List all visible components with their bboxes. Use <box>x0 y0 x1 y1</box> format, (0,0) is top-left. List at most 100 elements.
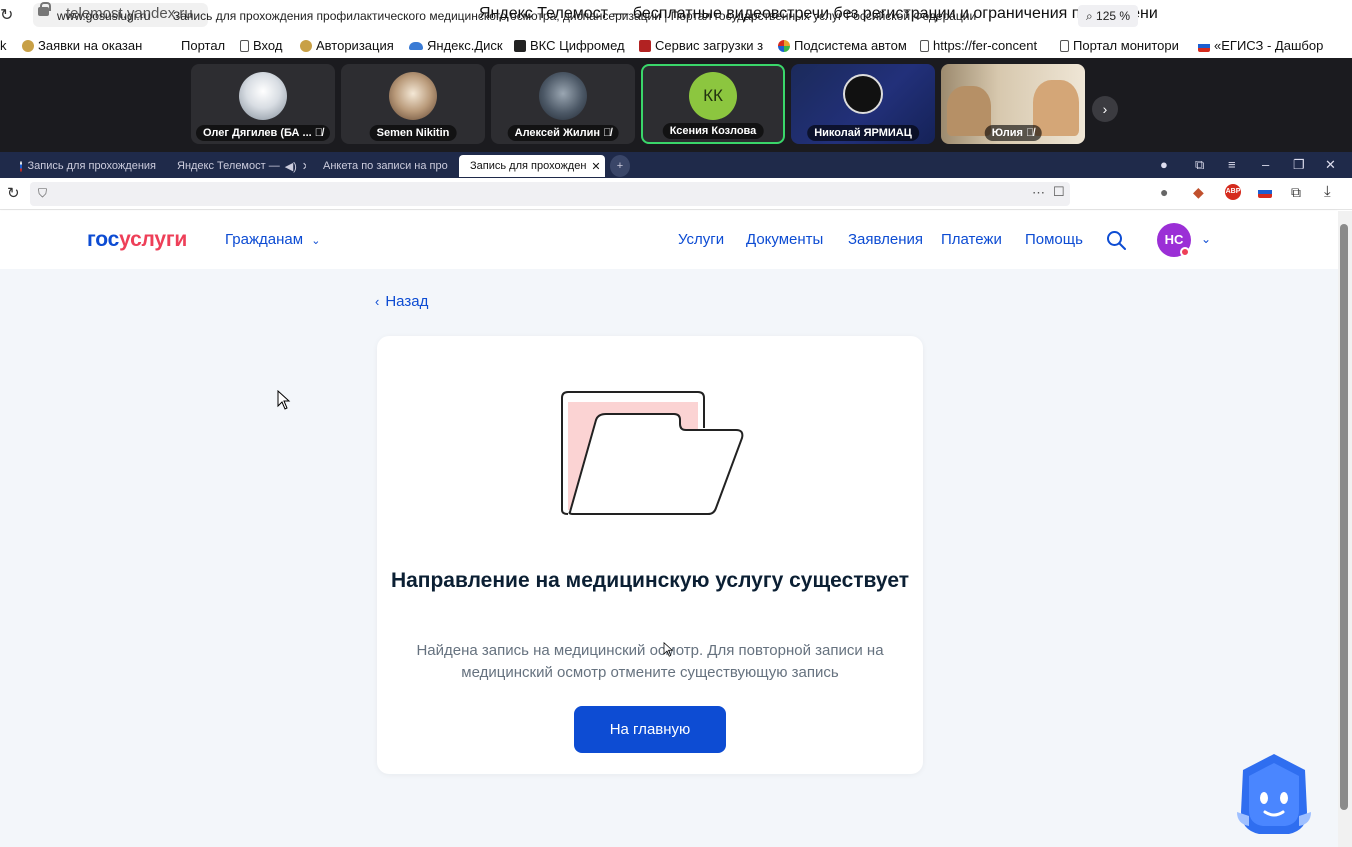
reload-icon[interactable]: ↻ <box>7 184 20 202</box>
go-home-button[interactable]: На главную <box>574 706 726 753</box>
tab-telemost[interactable]: Яндекс Телемост —◀)✕ <box>166 155 306 177</box>
participant-tile[interactable]: Юлия 🎙̸ <box>941 64 1085 144</box>
bookmark-item[interactable]: Портал <box>181 38 225 53</box>
nav-services[interactable]: Услуги <box>678 231 724 248</box>
service-icon <box>639 39 651 52</box>
tab-anketa[interactable]: Анкета по записи на про <box>312 155 452 177</box>
bookmark-item[interactable]: Сервис загрузки з <box>639 38 763 53</box>
address-field[interactable] <box>30 182 1070 206</box>
notification-dot <box>1180 247 1190 257</box>
pin-icon[interactable]: ● <box>1160 184 1168 200</box>
mic-muted-icon: 🎙̸ <box>314 127 324 139</box>
minimize-icon[interactable]: – <box>1262 157 1269 172</box>
emblem-icon <box>300 39 312 52</box>
nav-help[interactable]: Помощь <box>1025 231 1083 248</box>
participant-avatar <box>239 72 287 120</box>
participant-tile[interactable]: Олег Дягилев (БА ... 🎙̸ <box>191 64 335 144</box>
restore-icon[interactable]: ❐ <box>1293 157 1305 173</box>
new-tab-button[interactable]: + <box>610 155 630 177</box>
inner-tab-bar: Запись для прохождения Яндекс Телемост —… <box>0 152 1352 178</box>
close-tab-icon[interactable]: ✕ <box>302 160 306 173</box>
cloud-icon <box>409 41 423 50</box>
mouse-cursor-icon <box>663 642 674 657</box>
page-icon <box>240 39 249 52</box>
adblock-icon[interactable]: ABP <box>1225 184 1241 200</box>
lock-icon <box>38 2 51 16</box>
bookmark-item[interactable]: Портал монитори <box>1060 38 1179 53</box>
tab-zapis-active[interactable]: Запись для прохожден ✕ <box>459 155 605 177</box>
citizens-dropdown[interactable]: Гражданам ⌄ <box>225 231 320 248</box>
vks-icon <box>514 39 526 52</box>
next-participants-button[interactable]: › <box>1092 96 1118 122</box>
russia-flag-icon[interactable] <box>1258 186 1272 198</box>
participant-name: Semen Nikitin <box>376 127 450 139</box>
participant-avatar: КК <box>689 72 737 120</box>
mic-muted-icon: 🎙̸ <box>603 127 612 139</box>
chevron-left-icon: ‹ <box>375 294 380 309</box>
participant-tile[interactable]: Semen Nikitin <box>341 64 485 144</box>
result-description: Найдена запись на медицинский осмотр. Дл… <box>416 642 884 681</box>
chevron-down-icon[interactable]: ⌄ <box>1201 232 1211 246</box>
participant-video <box>947 86 991 136</box>
result-heading: Направление на медицинскую услугу сущест… <box>390 569 910 592</box>
empty-folder-illustration <box>561 391 744 515</box>
bookmark-item[interactable]: Вход <box>240 38 282 53</box>
nav-payments[interactable]: Платежи <box>941 231 1002 248</box>
close-tab-icon[interactable]: ✕ <box>591 160 600 173</box>
bookmark-item[interactable]: k <box>0 38 7 53</box>
site-header <box>0 211 1338 269</box>
participant-tile[interactable]: Алексей Жилин 🎙̸ <box>491 64 635 144</box>
bookmark-item[interactable]: Подсистема автом <box>778 38 907 53</box>
search-icon[interactable] <box>1106 230 1126 250</box>
participant-avatar <box>539 72 587 120</box>
reload-icon[interactable]: ↻ <box>0 5 13 25</box>
zoom-level[interactable]: ⌕ 125 % <box>1078 5 1138 27</box>
russia-flag-icon <box>20 160 23 172</box>
robot-assistant-icon[interactable] <box>1235 752 1313 836</box>
mouse-cursor-icon <box>277 390 291 410</box>
mic-muted-icon: 🎙̸ <box>1026 127 1035 139</box>
speaker-icon: ◀) <box>284 160 297 173</box>
bookmark-item[interactable]: Заявки на оказан <box>22 38 142 53</box>
participant-tile[interactable]: Николай ЯРМИАЦ <box>791 64 935 144</box>
menu-icon[interactable]: ≡ <box>1228 157 1236 172</box>
participant-tile-active[interactable]: КК Ксения Козлова <box>641 64 785 144</box>
bookmark-item[interactable]: Авторизация <box>300 38 394 53</box>
pinwheel-icon <box>778 39 790 52</box>
emblem-icon <box>22 39 34 52</box>
participant-name: Олег Дягилев (БА ... <box>202 127 312 139</box>
close-window-icon[interactable]: ✕ <box>1325 157 1336 173</box>
scrollbar-thumb[interactable] <box>1340 224 1348 810</box>
address-domain[interactable]: www.gosuslugi.ru <box>57 9 150 23</box>
page-icon <box>920 39 929 52</box>
participant-name: Николай ЯРМИАЦ <box>814 127 912 139</box>
zoom-icon: ⌕ <box>1085 9 1097 23</box>
participant-name: Юлия <box>991 127 1023 139</box>
participant-avatar <box>389 72 437 120</box>
shield-icon: ⛉ <box>38 186 48 200</box>
back-link[interactable]: ‹ Назад <box>375 293 428 310</box>
download-icon[interactable]: ⤓ <box>1324 183 1331 200</box>
extensions-icon[interactable]: ⧉ <box>1195 157 1204 173</box>
bookmark-icon[interactable]: ☐ <box>1053 184 1065 200</box>
extension-icon[interactable]: ◆ <box>1193 184 1204 201</box>
gosuslugi-logo[interactable]: госуслуги <box>87 228 187 252</box>
more-icon[interactable]: ⋯ <box>1032 185 1045 201</box>
profile-icon[interactable]: ● <box>1160 157 1168 172</box>
bookmark-item[interactable]: «ЕГИСЗ - Дашбор <box>1198 38 1323 53</box>
bookmark-item[interactable]: Яндекс.Диск <box>409 38 503 53</box>
chevron-down-icon: ⌄ <box>311 235 321 247</box>
bookmark-item[interactable]: https://fer-concent <box>920 38 1037 53</box>
russia-flag-icon <box>1198 39 1210 52</box>
inner-address-bar: ↻ ⛉ ⋯ ☐ ● ◆ ABP ⧉ ⤓ <box>0 178 1352 210</box>
bookmark-item[interactable]: ВКС Цифромед <box>514 38 625 53</box>
page-icon <box>1060 39 1069 52</box>
video-call-strip: Олег Дягилев (БА ... 🎙̸ Semen Nikitin Ал… <box>0 58 1352 152</box>
nav-documents[interactable]: Документы <box>746 231 823 248</box>
extension-puzzle-icon[interactable]: ⧉ <box>1291 184 1301 201</box>
participant-name: Ксения Козлова <box>669 125 757 137</box>
nav-applications[interactable]: Заявления <box>848 231 923 248</box>
obs-logo-icon <box>843 74 883 114</box>
tab-zapis-1[interactable]: Запись для прохождения <box>14 155 162 177</box>
bookmarks-bar: k Заявки на оказан Портал Вход Авторизац… <box>0 34 1352 58</box>
